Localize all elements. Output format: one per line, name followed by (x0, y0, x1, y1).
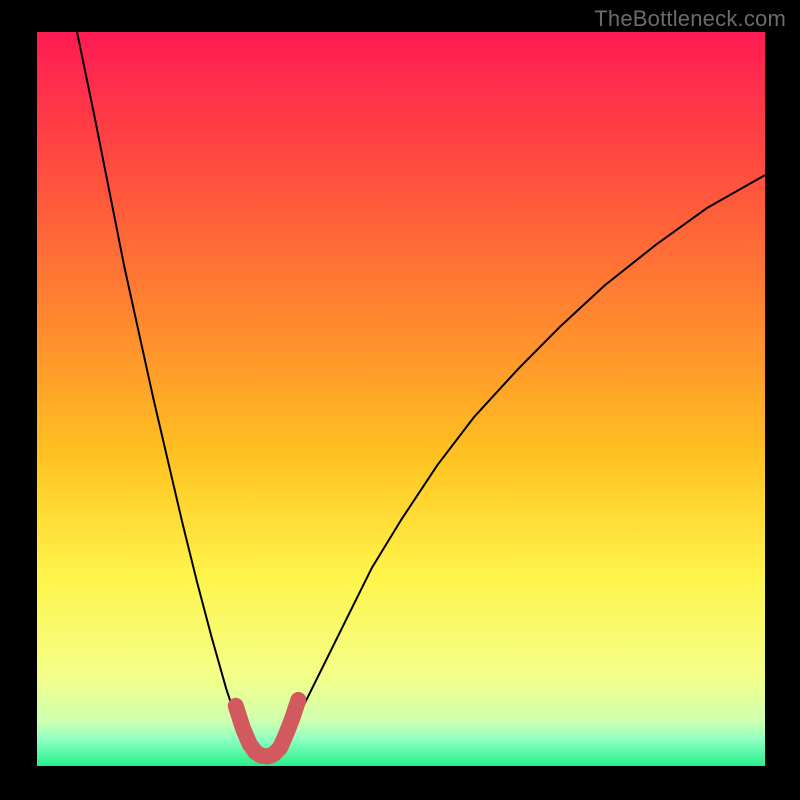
chart-plot (0, 0, 800, 800)
watermark-text: TheBottleneck.com (594, 6, 786, 32)
plot-background (37, 32, 765, 766)
chart-frame: TheBottleneck.com (0, 0, 800, 800)
